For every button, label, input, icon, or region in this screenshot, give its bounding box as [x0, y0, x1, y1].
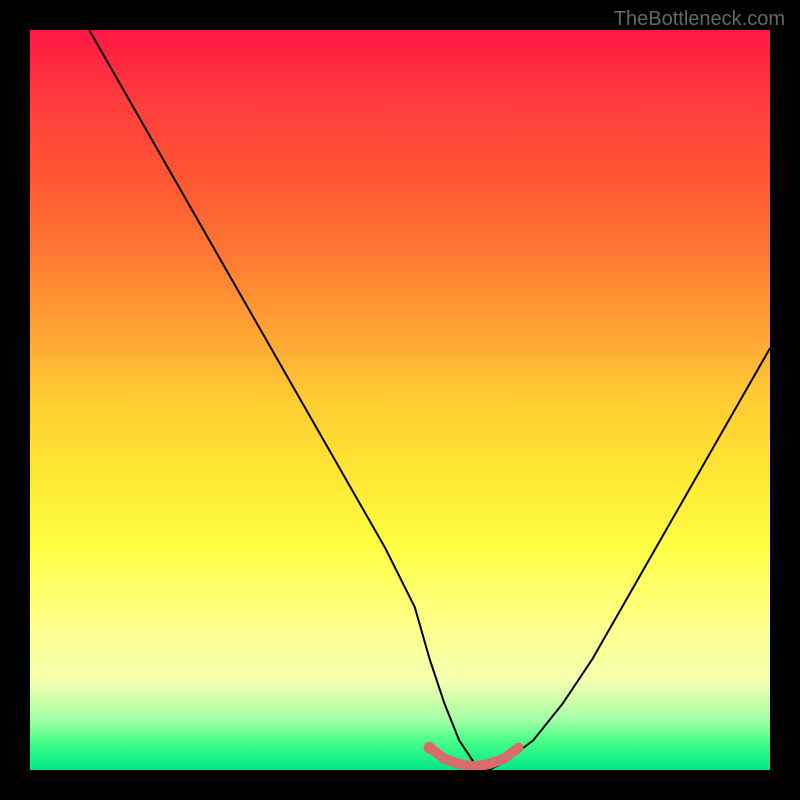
optimal-zone-dot-right — [513, 743, 523, 753]
bottleneck-curve-path — [89, 30, 770, 770]
curve-svg — [30, 30, 770, 770]
watermark-text: TheBottleneck.com — [614, 8, 785, 31]
chart-container: TheBottleneck.com — [0, 0, 800, 800]
plot-area — [30, 30, 770, 770]
optimal-zone-path — [430, 748, 519, 767]
optimal-zone-dot-left — [424, 742, 436, 754]
